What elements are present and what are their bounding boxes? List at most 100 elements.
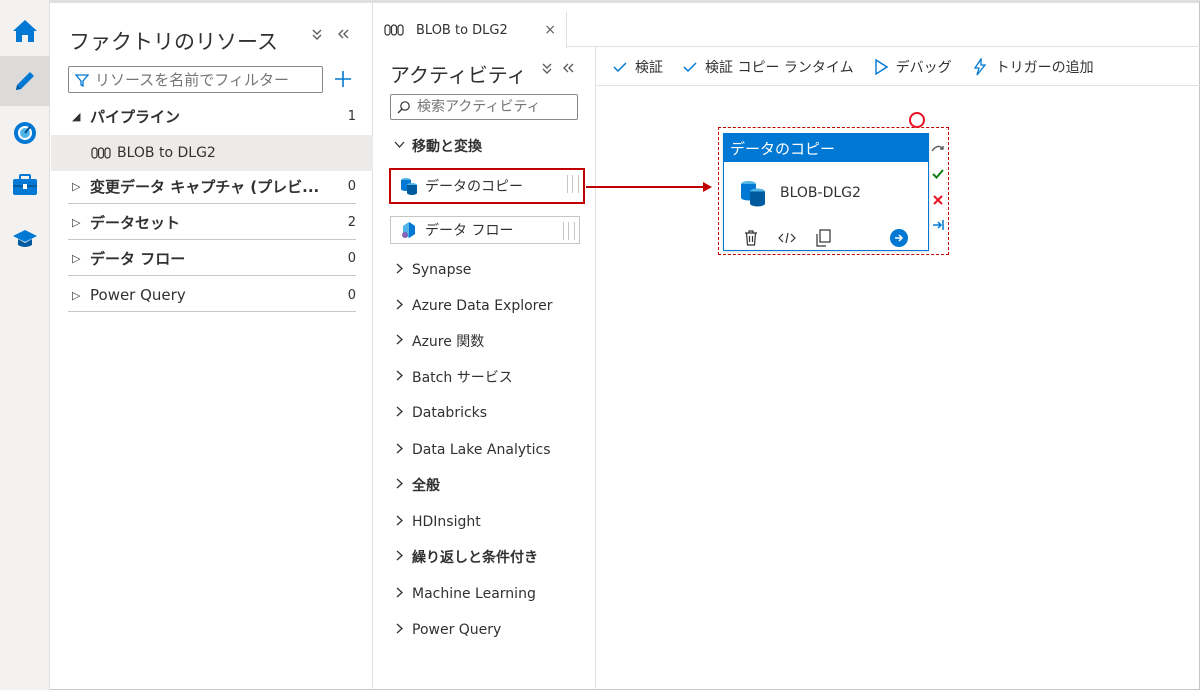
category-move-transform[interactable]: 移動と変換: [394, 134, 482, 158]
category-general[interactable]: 全般: [394, 473, 440, 497]
chevron-right-icon: [394, 443, 412, 457]
clone-icon[interactable]: [812, 228, 834, 248]
category-data-lake-analytics[interactable]: Data Lake Analytics: [394, 438, 551, 462]
validate-button[interactable]: 検証: [613, 57, 663, 77]
nav-manage[interactable]: [0, 160, 50, 210]
tree-count: 0: [347, 250, 356, 266]
chevron-right-icon: [394, 587, 412, 601]
category-label: Batch サービス: [412, 370, 513, 386]
tab-label: BLOB to DLG2: [416, 22, 508, 38]
validate-label: 検証: [635, 59, 663, 76]
completion-handle-icon[interactable]: [931, 217, 945, 233]
category-synapse[interactable]: Synapse: [394, 258, 471, 282]
category-iteration-conditionals[interactable]: 繰り返しと条件付き: [394, 545, 538, 569]
pipeline-icon: [384, 24, 404, 36]
close-icon[interactable]: ×: [544, 22, 556, 38]
debug-button[interactable]: デバッグ: [874, 57, 952, 77]
tab-pipeline[interactable]: BLOB to DLG2 ×: [374, 12, 567, 48]
collapsed-triangle-icon: ▷: [72, 288, 81, 302]
skip-handle-icon[interactable]: [931, 141, 945, 157]
toolbox-icon: [13, 174, 37, 195]
activities-panel: アクティビティ 移動と変換 データのコピー: [374, 47, 596, 690]
divider: [567, 46, 1200, 47]
category-label: 移動と変換: [412, 139, 482, 155]
category-azure-data-explorer[interactable]: Azure Data Explorer: [394, 294, 552, 318]
chevron-right-icon: [394, 550, 412, 564]
activity-search[interactable]: [390, 94, 578, 120]
node-name: BLOB-DLG2: [780, 185, 861, 201]
tree-power-query[interactable]: ▷ Power Query 0: [68, 277, 356, 313]
nav-monitor[interactable]: [0, 108, 50, 158]
chevron-right-icon: [394, 334, 412, 348]
category-hdinsight[interactable]: HDInsight: [394, 510, 481, 534]
collapse-all-icon[interactable]: [538, 61, 556, 81]
drag-handle-icon[interactable]: [567, 175, 579, 193]
add-resource-button[interactable]: [332, 66, 354, 92]
filter-icon: [75, 73, 89, 87]
category-label: Databricks: [412, 405, 488, 421]
factory-resources-panel: ファクトリのリソース ◢ パイプライン 1 BLOB to DLG2 ▷ 変更デ…: [51, 0, 373, 690]
callout-arrow-head: [703, 182, 712, 192]
activity-data-flow[interactable]: データ フロー: [390, 216, 580, 244]
collapse-panel-icon[interactable]: [333, 26, 353, 46]
debug-label: デバッグ: [895, 59, 952, 76]
nav-author[interactable]: [0, 56, 50, 106]
category-label: Synapse: [412, 262, 472, 278]
category-machine-learning[interactable]: Machine Learning: [394, 582, 536, 606]
tree-datasets[interactable]: ▷ データセット 2: [68, 204, 356, 240]
copy-data-icon: [401, 178, 417, 195]
code-icon[interactable]: [776, 228, 798, 248]
activity-search-input[interactable]: [417, 99, 577, 115]
tree-label: Power Query: [90, 286, 186, 304]
chevron-down-icon: [394, 139, 412, 153]
collapse-panel-icon[interactable]: [559, 61, 577, 81]
resource-filter-input[interactable]: [95, 70, 315, 89]
pipeline-item[interactable]: BLOB to DLG2: [51, 135, 373, 171]
chevron-right-icon: [394, 478, 412, 492]
plus-icon: [335, 71, 351, 87]
chevron-right-icon: [394, 406, 412, 420]
node-type-label: データのコピー: [730, 139, 836, 158]
validate-copy-runtime-button[interactable]: 検証 コピー ランタイム: [683, 57, 854, 77]
delete-icon[interactable]: [740, 228, 762, 248]
category-label: Power Query: [412, 622, 502, 638]
checkmark-icon: [613, 61, 627, 72]
resources-title: ファクトリのリソース: [69, 30, 278, 54]
category-label: Machine Learning: [412, 586, 536, 602]
activity-label: データ フロー: [425, 223, 514, 239]
callout-arrow-line: [586, 186, 704, 188]
chevron-right-icon: [394, 515, 412, 529]
drag-handle-icon[interactable]: [563, 222, 575, 240]
tree-label: パイプライン: [90, 107, 181, 126]
node-actions: [740, 228, 915, 248]
nav-home[interactable]: [0, 6, 50, 56]
category-power-query[interactable]: Power Query: [394, 618, 501, 642]
learn-icon: [13, 230, 37, 247]
category-batch-service[interactable]: Batch サービス: [394, 365, 513, 389]
chevron-right-icon: [394, 263, 412, 277]
node-header: データのコピー: [724, 134, 928, 162]
activity-copy-data[interactable]: データのコピー: [389, 168, 585, 204]
chevron-right-icon: [394, 623, 412, 637]
rotate-handle-icon[interactable]: [909, 112, 925, 128]
failure-handle-icon[interactable]: [931, 192, 945, 208]
expanded-triangle-icon: ◢: [72, 109, 81, 123]
monitor-icon: [14, 122, 36, 144]
category-label: Azure 関数: [412, 334, 485, 350]
tree-dataflows[interactable]: ▷ データ フロー 0: [68, 240, 356, 276]
collapse-all-icon[interactable]: [307, 26, 327, 46]
nav-learn[interactable]: [0, 214, 50, 264]
resource-filter[interactable]: [68, 66, 323, 93]
success-handle-icon[interactable]: [931, 166, 945, 182]
category-label: 繰り返しと条件付き: [412, 550, 538, 566]
add-trigger-button[interactable]: トリガーの追加: [972, 57, 1094, 77]
tree-change-data-capture[interactable]: ▷ 変更データ キャプチャ (プレビ... 0: [68, 168, 356, 204]
copy-data-activity-node[interactable]: データのコピー BLOB-DLG2: [723, 133, 929, 251]
category-azure-functions[interactable]: Azure 関数: [394, 329, 484, 353]
tree-pipelines[interactable]: ◢ パイプライン 1: [68, 98, 356, 134]
chevron-right-icon: [394, 370, 412, 384]
arrow-right-circle-icon[interactable]: [890, 229, 908, 247]
pencil-icon: [16, 72, 34, 90]
tree-label: データセット: [90, 213, 181, 232]
category-databricks[interactable]: Databricks: [394, 401, 487, 425]
